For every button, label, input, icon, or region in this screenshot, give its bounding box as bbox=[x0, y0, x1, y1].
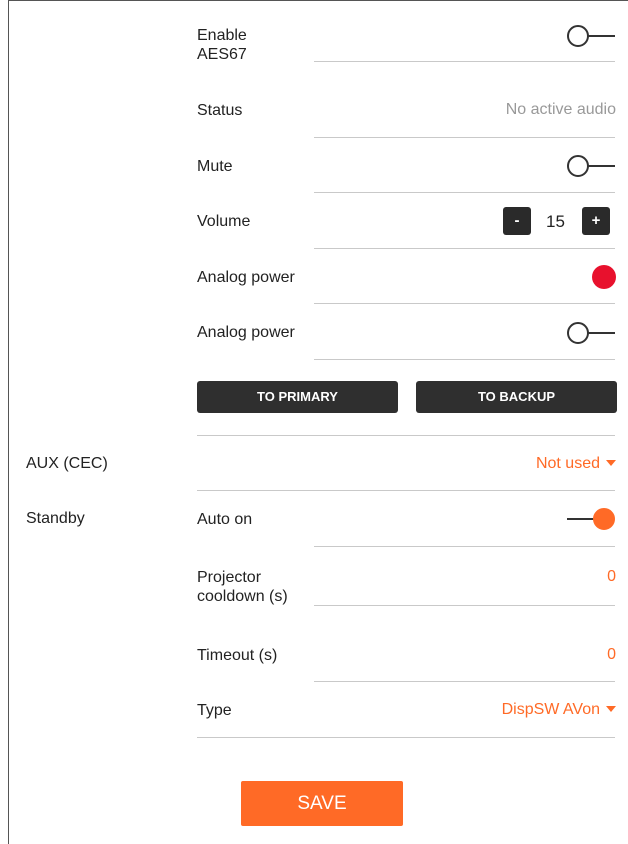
toggle-knob bbox=[567, 25, 589, 47]
save-button[interactable]: SAVE bbox=[241, 781, 403, 826]
divider bbox=[197, 737, 615, 738]
aux-cec-section-label: AUX (CEC) bbox=[26, 455, 108, 472]
divider bbox=[197, 490, 615, 491]
to-backup-button[interactable]: TO BACKUP bbox=[416, 381, 617, 413]
volume-increase-button[interactable]: + bbox=[582, 207, 610, 235]
type-label: Type bbox=[197, 702, 232, 719]
analog-power-status-indicator bbox=[592, 265, 616, 289]
divider bbox=[197, 435, 615, 436]
type-dropdown[interactable]: DispSW AVon bbox=[502, 701, 616, 719]
volume-decrease-button[interactable]: - bbox=[503, 207, 531, 235]
divider bbox=[314, 605, 615, 606]
status-label: Status bbox=[197, 102, 243, 119]
divider bbox=[314, 248, 615, 249]
auto-on-label: Auto on bbox=[197, 511, 253, 528]
divider bbox=[314, 681, 615, 682]
volume-label: Volume bbox=[197, 213, 251, 230]
toggle-knob bbox=[593, 508, 615, 530]
divider bbox=[314, 61, 615, 62]
mute-label: Mute bbox=[197, 158, 233, 175]
volume-value: 15 bbox=[546, 212, 565, 231]
enable-aes67-toggle[interactable] bbox=[567, 25, 615, 47]
auto-on-toggle[interactable] bbox=[567, 508, 615, 530]
divider bbox=[314, 303, 615, 304]
status-value: No active audio bbox=[505, 101, 616, 118]
timeout-label: Timeout (s) bbox=[197, 647, 278, 664]
aux-cec-dropdown[interactable]: Not used bbox=[536, 455, 616, 473]
to-primary-button[interactable]: TO PRIMARY bbox=[197, 381, 398, 413]
divider bbox=[314, 546, 615, 547]
analog-power-label: Analog power bbox=[197, 324, 295, 341]
standby-section-label: Standby bbox=[26, 510, 85, 527]
caret-down-icon bbox=[606, 706, 616, 712]
aux-cec-selected-value: Not used bbox=[535, 455, 600, 472]
timeout-value[interactable]: 0 bbox=[607, 646, 616, 664]
divider bbox=[314, 137, 615, 138]
divider bbox=[314, 359, 615, 360]
toggle-knob bbox=[567, 322, 589, 344]
enable-aes67-label: Enable AES67 bbox=[197, 27, 247, 63]
projector-cooldown-value[interactable]: 0 bbox=[607, 568, 616, 586]
analog-power-label: Analog power bbox=[197, 269, 295, 286]
caret-down-icon bbox=[606, 460, 616, 466]
mute-toggle[interactable] bbox=[567, 155, 615, 177]
type-selected-value: DispSW AVon bbox=[501, 701, 600, 718]
projector-cooldown-label: Projector cooldown (s) bbox=[197, 569, 288, 605]
divider bbox=[314, 192, 615, 193]
toggle-knob bbox=[567, 155, 589, 177]
analog-power-toggle[interactable] bbox=[567, 322, 615, 344]
